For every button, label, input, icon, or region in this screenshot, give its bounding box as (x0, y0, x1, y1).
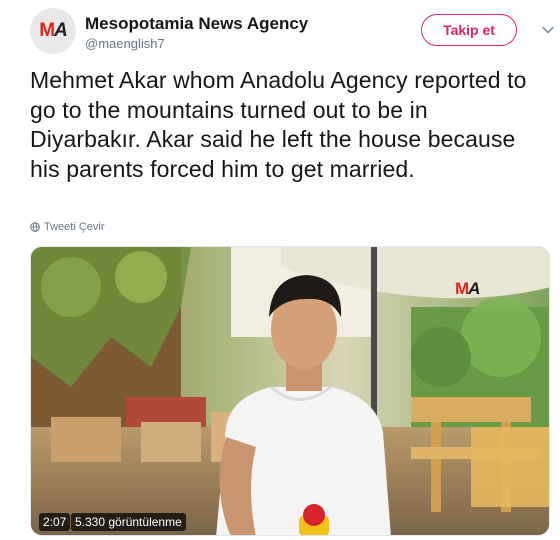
account-handle[interactable]: @maenglish7 (85, 36, 165, 51)
tweet-header: MA Mesopotamia News Agency @maenglish7 T… (30, 8, 554, 58)
avatar-logo: MA (39, 20, 68, 41)
globe-icon (30, 222, 40, 232)
video-watermark-logo: MA (455, 279, 480, 298)
follow-button[interactable]: Takip et (421, 14, 517, 46)
account-name[interactable]: Mesopotamia News Agency (85, 14, 308, 34)
video-view-count: 5.330 görüntülenme (71, 513, 186, 531)
avatar[interactable]: MA (30, 8, 76, 54)
chevron-down-icon[interactable] (540, 22, 556, 38)
translate-label: Tweeti Çevir (44, 221, 105, 233)
translate-tweet-link[interactable]: Tweeti Çevir (30, 221, 105, 233)
video-player[interactable]: MA 2:07 5.330 görüntülenme (30, 246, 550, 536)
video-duration: 2:07 (39, 513, 71, 531)
tweet-text: Mehmet Akar whom Anadolu Agency reported… (30, 67, 527, 182)
